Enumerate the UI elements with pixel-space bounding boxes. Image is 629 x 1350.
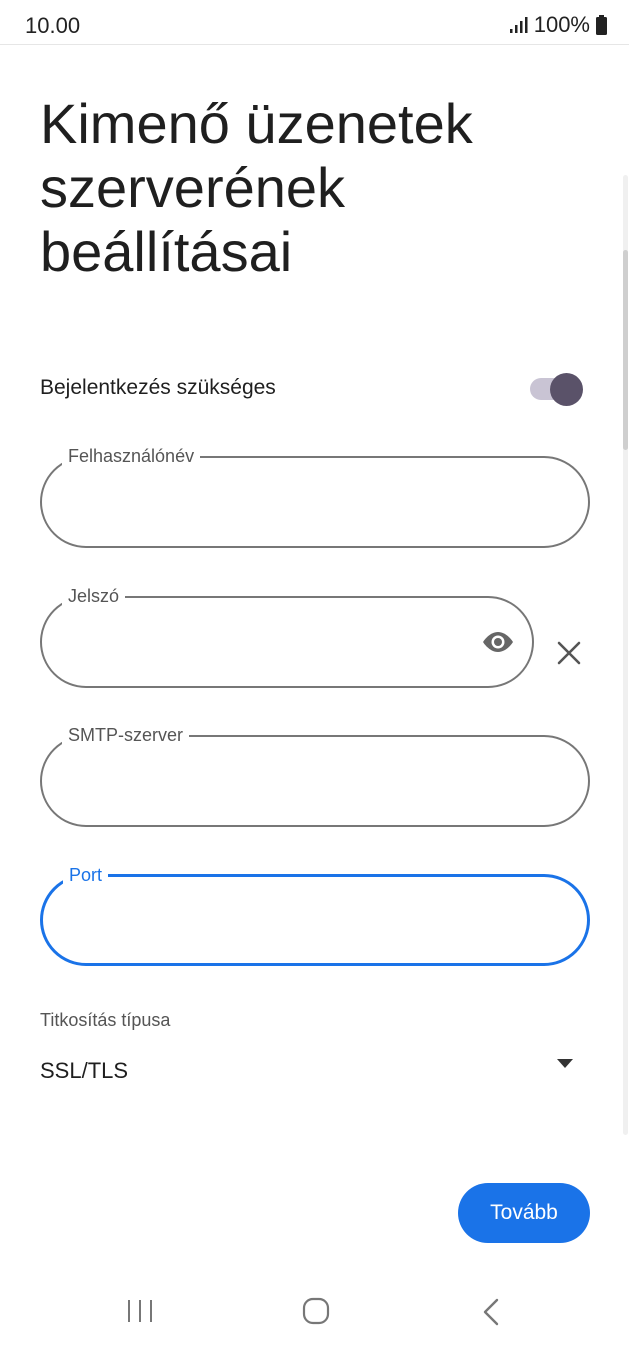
battery-percent: 100% [533, 12, 590, 37]
encryption-type-label: Titkosítás típusa [40, 1010, 171, 1030]
port-field[interactable]: Port [40, 863, 590, 966]
login-required-toggle[interactable] [530, 371, 586, 407]
username-field[interactable]: Felhasználónév [40, 444, 590, 548]
login-required-label: Bejelentkezés szükséges [40, 376, 276, 399]
smtp-server-field[interactable]: SMTP-szerver [40, 723, 590, 827]
port-input[interactable] [67, 907, 507, 941]
port-label: Port [63, 863, 109, 887]
battery-icon [596, 15, 607, 35]
smtp-server-label: SMTP-szerver [62, 723, 190, 747]
show-password-eye-icon[interactable] [480, 627, 516, 657]
encryption-type-value: SSL/TLS [40, 1058, 129, 1083]
encryption-type-select[interactable]: SSL/TLS [40, 1052, 588, 1092]
password-field[interactable]: Jelszó [40, 584, 534, 688]
recent-apps-icon[interactable] [126, 1298, 154, 1324]
username-input[interactable] [66, 488, 508, 522]
toggle-thumb [550, 373, 583, 406]
smtp-server-input[interactable] [66, 767, 508, 801]
dropdown-arrow-icon [557, 1059, 573, 1068]
scrollbar-thumb[interactable] [623, 250, 628, 450]
password-label: Jelszó [62, 584, 126, 608]
password-input[interactable] [66, 628, 452, 662]
page-title: Kimenő üzenetek szerverének beállításai [40, 92, 473, 283]
status-right: 100% [509, 12, 607, 38]
clear-password-close-icon[interactable] [556, 640, 582, 666]
username-label: Felhasználónév [62, 444, 201, 468]
back-icon[interactable] [480, 1297, 502, 1327]
status-time: 10.00 [25, 13, 81, 38]
status-bar: 10.00 100% [0, 0, 629, 45]
next-button[interactable]: Tovább [458, 1183, 590, 1243]
home-icon[interactable] [301, 1296, 331, 1326]
signal-icon [509, 17, 528, 33]
